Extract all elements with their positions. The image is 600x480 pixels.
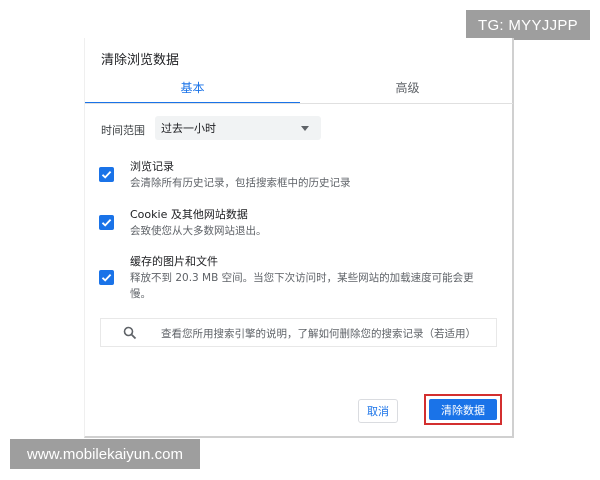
watermark-top: TG: MYYJJPP: [466, 10, 590, 40]
option-title-browsing-history: 浏览记录: [130, 160, 174, 173]
option-desc-cookies: 会致使您从大多数网站退出。: [130, 225, 267, 237]
cancel-button[interactable]: 取消: [358, 399, 398, 423]
checkbox-cached-images[interactable]: [99, 270, 114, 285]
search-icon: [123, 326, 137, 340]
watermark-bottom: www.mobilekaiyun.com: [10, 439, 200, 469]
clear-data-button[interactable]: 清除数据: [429, 399, 497, 420]
checkmark-icon: [101, 218, 112, 227]
chevron-down-icon: [301, 126, 309, 131]
time-range-label: 时间范围: [101, 124, 145, 137]
checkbox-cookies[interactable]: [99, 215, 114, 230]
option-title-cached-images: 缓存的图片和文件: [130, 255, 218, 268]
clear-button-highlight: 清除数据: [424, 394, 502, 425]
time-range-value: 过去一小时: [161, 122, 216, 135]
option-desc-browsing-history: 会清除所有历史记录，包括搜索框中的历史记录: [130, 177, 351, 189]
checkbox-browsing-history[interactable]: [99, 167, 114, 182]
tab-advanced[interactable]: 高级: [300, 78, 515, 102]
search-engine-notice[interactable]: 查看您所用搜索引擎的说明，了解如何删除您的搜索记录（若适用）: [100, 318, 497, 347]
option-title-cookies: Cookie 及其他网站数据: [130, 208, 248, 221]
checkmark-icon: [101, 170, 112, 179]
time-range-select[interactable]: 过去一小时: [155, 116, 321, 140]
checkmark-icon: [101, 273, 112, 282]
tab-divider: [85, 103, 513, 104]
option-desc-cached-images-line2: 慢。: [130, 288, 151, 300]
clear-browsing-data-dialog: 清除浏览数据 基本 高级 时间范围 过去一小时 浏览记录 会清除所有历史记录，包…: [84, 38, 514, 438]
dialog-title: 清除浏览数据: [101, 53, 180, 68]
option-desc-cached-images-line1: 释放不到 20.3 MB 空间。当您下次访问时，某些网站的加载速度可能会更: [130, 272, 474, 284]
tab-basic[interactable]: 基本: [85, 78, 300, 104]
search-notice-text: 查看您所用搜索引擎的说明，了解如何删除您的搜索记录（若适用）: [161, 328, 476, 340]
